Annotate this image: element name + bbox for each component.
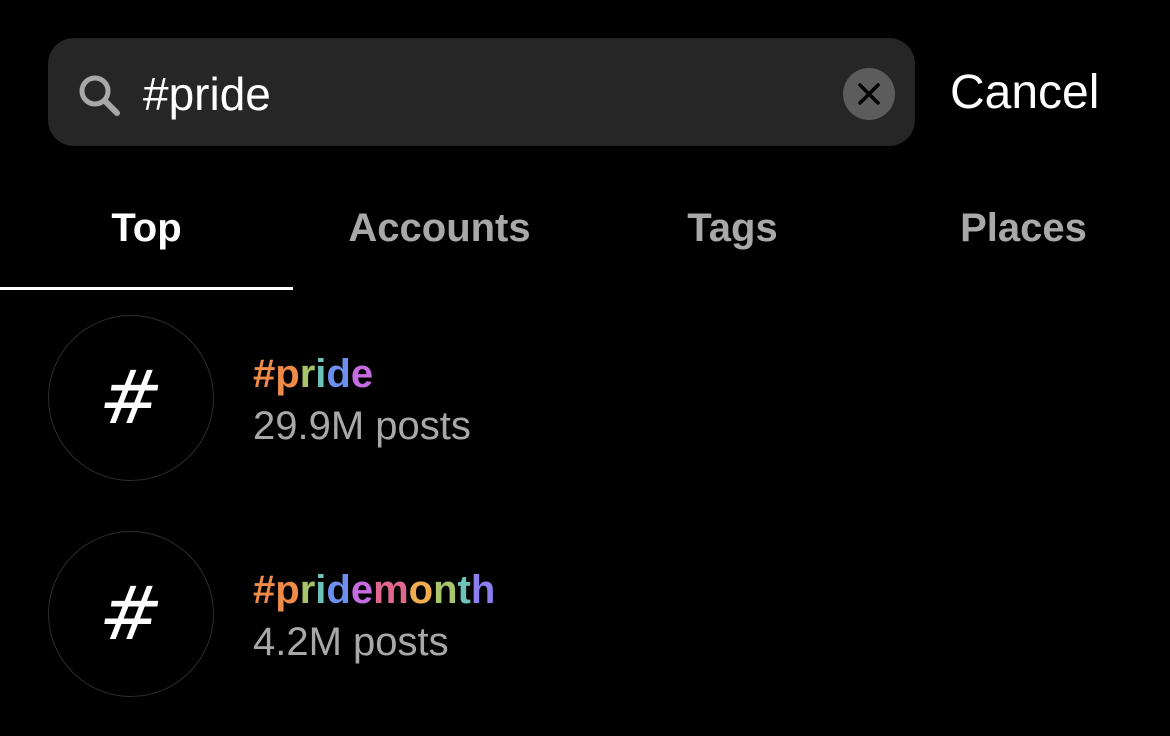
hashtag-name: #pride <box>253 352 374 396</box>
search-result-row[interactable]: # #pride 29.9M posts <box>0 315 1170 485</box>
tab-accounts[interactable]: Accounts <box>293 176 586 290</box>
post-count: 4.2M posts <box>253 620 449 664</box>
tab-accounts-label: Accounts <box>348 206 531 250</box>
hashtag-icon: # <box>93 355 169 441</box>
active-tab-indicator <box>0 287 293 290</box>
tab-top-label: Top <box>111 206 182 250</box>
tab-tags[interactable]: Tags <box>586 176 879 290</box>
search-icon <box>79 75 120 116</box>
hashtag-name: #pridemonth <box>253 568 496 612</box>
tab-tags-label: Tags <box>687 206 778 250</box>
hashtag-avatar: # <box>48 315 214 481</box>
close-icon <box>858 83 880 105</box>
search-tabs: Top Accounts Tags Places <box>0 176 1170 290</box>
hashtag-avatar: # <box>48 531 214 697</box>
tab-places[interactable]: Places <box>877 176 1170 290</box>
hashtag-icon: # <box>93 571 169 657</box>
search-input[interactable] <box>143 58 823 130</box>
tab-places-label: Places <box>960 206 1087 250</box>
clear-search-button[interactable] <box>843 68 895 120</box>
search-result-row[interactable]: # #pridemonth 4.2M posts <box>0 531 1170 701</box>
post-count: 29.9M posts <box>253 404 471 448</box>
tab-top[interactable]: Top <box>0 176 293 290</box>
cancel-button[interactable]: Cancel <box>950 62 1099 124</box>
